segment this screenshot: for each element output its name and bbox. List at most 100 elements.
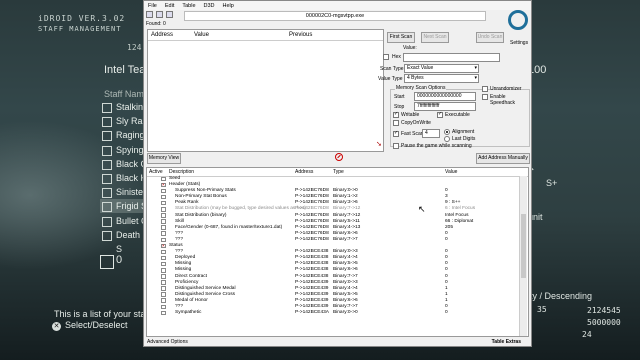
staff-checkbox[interactable] [102,117,112,128]
row-active-checkbox[interactable] [161,231,166,236]
staff-checkbox[interactable] [102,188,112,199]
row-active-checkbox[interactable] [161,255,166,261]
copyonwrite-label: CopyOnWrite [401,120,431,126]
row-active-checkbox[interactable] [161,207,166,212]
settings-label[interactable]: Settings [510,40,528,46]
row-type: Binary:0->0 [333,310,358,316]
memory-view-button[interactable]: Memory View [147,153,181,164]
row-active-checkbox[interactable] [161,188,166,194]
staff-row[interactable]: Raging [100,128,148,142]
start-address-input[interactable]: 0000000000000000 [414,92,476,101]
menu-d3d[interactable]: D3D [204,3,215,9]
row-active-checkbox[interactable] [161,310,166,316]
row-active-checkbox[interactable] [161,286,166,291]
next-scan-button[interactable]: Next Scan [421,32,449,43]
staff-row[interactable]: Frigid S [100,199,148,214]
row-active-checkbox[interactable] [161,200,166,206]
menu-help[interactable]: Help [223,3,234,9]
row-active-checkbox[interactable] [161,182,166,187]
value-input[interactable] [403,53,500,62]
hex-checkbox[interactable] [383,54,389,60]
col-address[interactable]: Address [295,168,313,176]
staff-row[interactable]: Bullet C [100,214,148,228]
copyonwrite-checkbox[interactable] [393,120,399,126]
save-file-icon[interactable] [166,11,173,18]
staff-checkbox[interactable] [102,159,112,170]
staff-checkbox[interactable] [102,145,112,156]
row-active-checkbox[interactable] [161,176,166,182]
select-deselect-prompt[interactable]: ✕ Select/Deselect [52,320,128,331]
menu-file[interactable]: File [148,3,157,9]
scan-type-select[interactable]: Exact Value [404,64,479,73]
row-active-checkbox[interactable] [161,194,166,200]
table-row[interactable]: Sympathetic P->142BCE43A Binary:0->0 0 [147,310,522,316]
add-address-button[interactable]: Add Address Manually [476,153,530,164]
staff-row[interactable]: Stalkin [100,100,148,114]
fast-scan-checkbox[interactable] [393,130,399,137]
row-active-checkbox[interactable] [161,225,166,230]
executable-checkbox[interactable] [437,111,443,118]
staff-row[interactable]: Black C [100,157,148,171]
staff-checkbox[interactable] [102,216,112,227]
speedhack-checkbox[interactable] [482,94,488,100]
staff-row[interactable]: Spying [100,143,148,157]
row-active-checkbox[interactable] [161,274,166,279]
staff-row[interactable]: Sly Ra [100,114,148,128]
fast-scan-input[interactable]: 4 [422,129,440,138]
address-table[interactable]: Active Description Address Type Value Se… [146,167,529,337]
results-col-address[interactable]: Address [148,30,191,40]
col-value[interactable]: Value [445,168,457,176]
staff-checkbox[interactable] [102,103,112,113]
staff-row[interactable]: Black H [100,171,148,185]
results-col-value[interactable]: Value [191,30,286,40]
stop-address-input[interactable]: 7fffffffffffffff [414,102,476,111]
value-type-select[interactable]: 4 Bytes [404,74,479,83]
staff-checkbox[interactable] [102,230,112,241]
alignment-radio[interactable] [444,129,450,135]
open-file-icon[interactable] [156,11,163,18]
advanced-options-link[interactable]: Advanced Options [147,338,188,346]
row-active-checkbox[interactable] [161,304,166,310]
menu-table[interactable]: Table [182,3,195,9]
row-active-checkbox[interactable] [161,249,166,255]
staff-checkbox[interactable] [102,131,112,142]
first-scan-button[interactable]: First Scan [387,32,415,43]
staff-name: Raging [116,130,145,141]
col-type[interactable]: Type [333,168,344,176]
staff-checkbox[interactable] [102,174,112,184]
sort-label: ity / Descending [528,291,593,301]
writable-checkbox[interactable] [393,111,399,118]
stop-label: Stop [394,104,405,110]
row-active-checkbox[interactable] [161,237,166,243]
row-active-checkbox[interactable] [161,298,166,303]
pause-game-checkbox[interactable] [393,143,399,149]
row-active-checkbox[interactable] [161,261,166,267]
open-process-icon[interactable] [146,11,153,18]
undo-scan-button[interactable]: Undo Scan [476,32,504,43]
address-table-scrollbar[interactable] [519,176,527,336]
col-active[interactable]: Active [149,168,163,176]
scrollbar-thumb[interactable] [521,214,526,278]
row-active-checkbox[interactable] [161,219,166,224]
row-active-checkbox[interactable] [161,243,166,248]
row-active-checkbox[interactable] [161,280,166,285]
scan-results-list[interactable]: Address Value Previous [147,29,384,152]
row-active-checkbox[interactable] [161,292,166,297]
cheat-engine-logo-icon[interactable] [508,10,528,30]
results-col-previous[interactable]: Previous [286,30,349,40]
staff-count: 0 [116,254,123,266]
col-description[interactable]: Description [169,168,194,176]
staff-checkbox[interactable] [102,202,112,213]
toolbar [146,11,173,18]
table-extras-link[interactable]: Table Extras [492,338,521,346]
last-digits-radio[interactable] [444,136,450,142]
clear-list-icon[interactable] [335,153,343,161]
staff-row[interactable]: Death S [100,228,148,254]
unrandomizer-checkbox[interactable] [482,86,488,92]
menu-edit[interactable]: Edit [165,3,174,9]
add-to-list-arrow-icon[interactable]: ➘ [376,141,383,148]
row-active-checkbox[interactable] [161,213,166,218]
row-active-checkbox[interactable] [161,268,166,273]
staff-row[interactable]: Sinister [100,185,148,199]
section-title: Intel Tea [104,64,146,76]
